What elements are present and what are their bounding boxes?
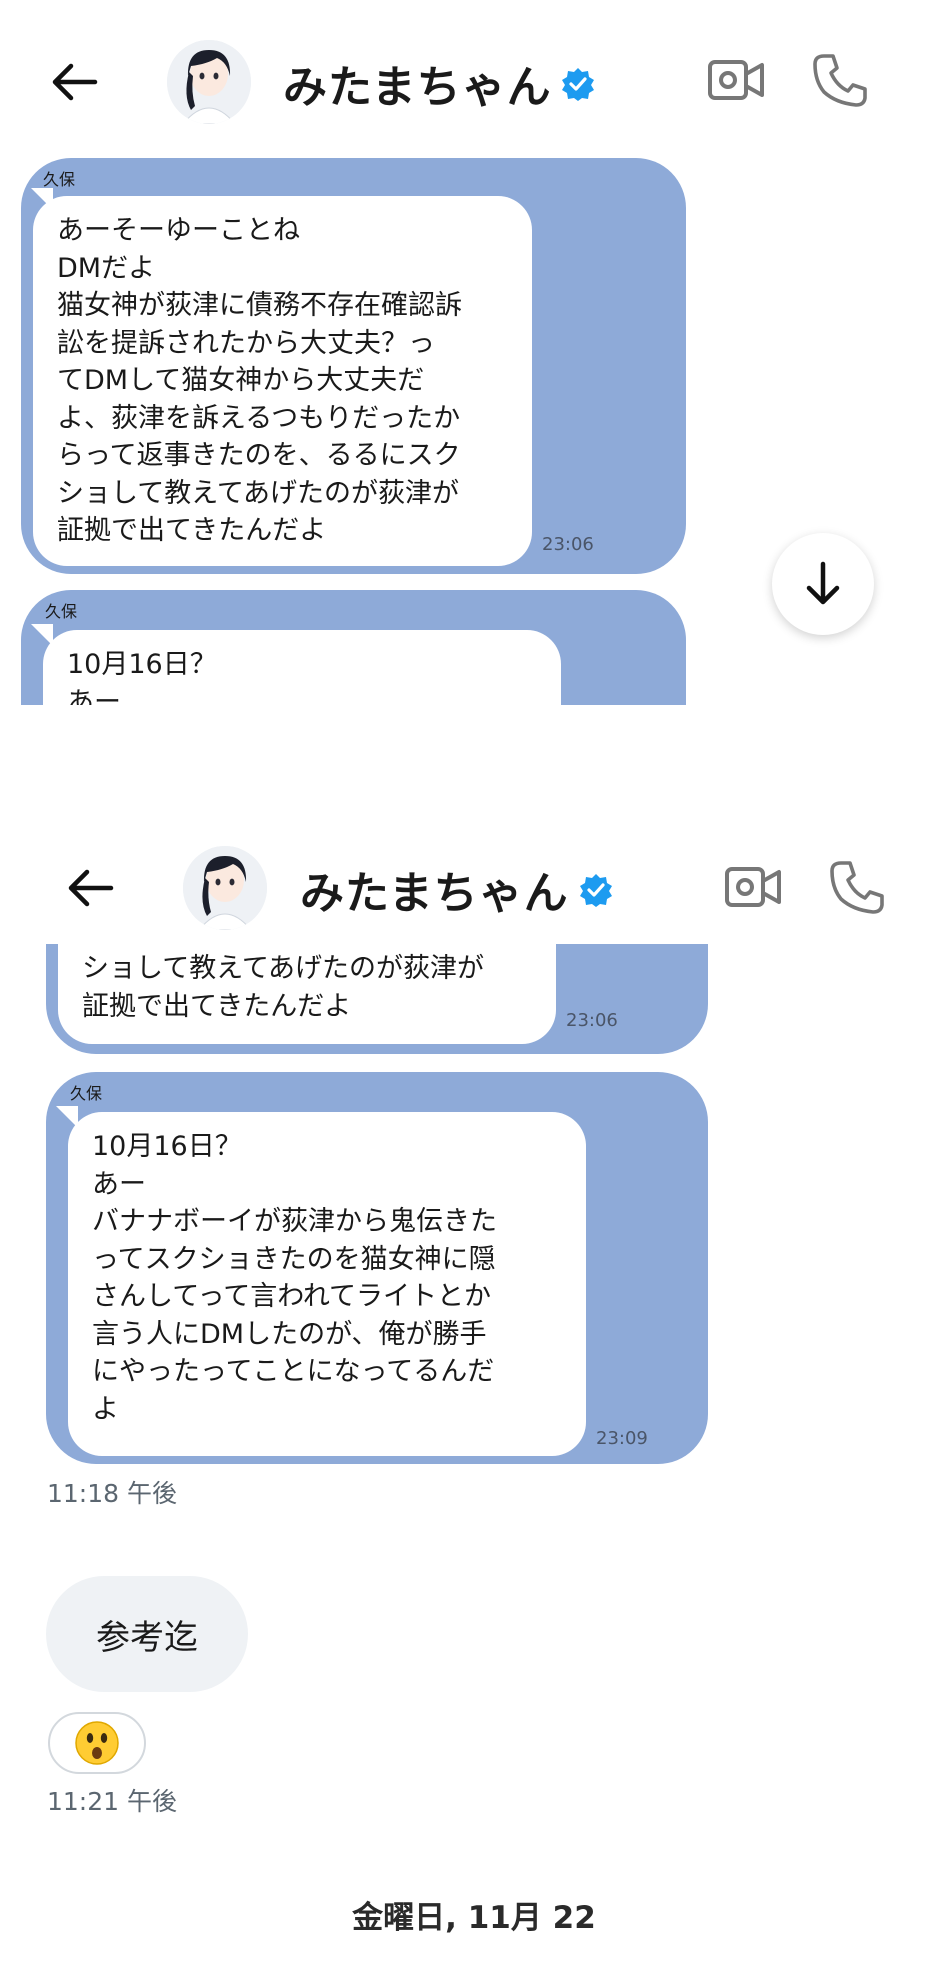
avatar[interactable] xyxy=(183,846,267,930)
video-call-icon[interactable] xyxy=(724,862,782,912)
avatar-image xyxy=(167,40,251,124)
quoted-message-text: あーそーゆーことね DMだよ 猫女神が荻津に債務不存在確認訴 訟を提訴されたから… xyxy=(33,196,532,566)
arrow-down-icon xyxy=(806,561,840,605)
quoted-sender-name: 久保 xyxy=(45,602,78,621)
video-call-icon[interactable] xyxy=(707,55,765,105)
scroll-to-bottom-button[interactable] xyxy=(772,533,874,635)
quoted-message[interactable]: 久保 10月16日？ あー バナナボーイが荻津から鬼伝きた ってスクショきたのを… xyxy=(46,1072,708,1464)
astonished-face-emoji-icon xyxy=(75,1721,119,1765)
contact-name[interactable]: みたまちゃん xyxy=(283,51,552,115)
avatar[interactable] xyxy=(167,40,251,124)
quoted-sender-name: 久保 xyxy=(70,1084,103,1103)
screenshot-panel-bottom: みたまちゃん ショして教えてあげたのが荻津が 証拠で出てきたんだよ 23:06 … xyxy=(0,834,948,1965)
quoted-message-time: 23:09 xyxy=(596,1428,648,1449)
day-separator: 金曜日, 11月 22 xyxy=(352,1900,596,1936)
message-timestamp: 11:18 午後 xyxy=(47,1479,177,1508)
message-text: 参考迄 xyxy=(96,1617,198,1658)
quoted-message[interactable]: 久保 10月16日？ あー xyxy=(21,590,686,705)
back-button[interactable] xyxy=(62,860,118,916)
quoted-message-text: ショして教えてあげたのが荻津が 証拠で出てきたんだよ xyxy=(58,944,556,1044)
conversation-header: みたまちゃん xyxy=(0,30,948,150)
phone-call-icon[interactable] xyxy=(812,52,868,108)
message-bubble[interactable]: 参考迄 xyxy=(46,1576,248,1692)
screenshot-panel-top: みたまちゃん 久保 あーそーゆーことね DMだよ 猫女神が荻津に債務不存在確認訴… xyxy=(0,0,948,705)
verified-badge-icon xyxy=(580,874,612,907)
quoted-message-text: 10月16日？ あー xyxy=(43,630,561,705)
message-timestamp: 11:21 午後 xyxy=(47,1787,177,1816)
quoted-message[interactable]: ショして教えてあげたのが荻津が 証拠で出てきたんだよ 23:06 xyxy=(46,944,708,1054)
phone-call-icon[interactable] xyxy=(829,859,885,915)
quoted-message-time: 23:06 xyxy=(566,1010,618,1031)
back-button[interactable] xyxy=(46,54,102,110)
quoted-message[interactable]: 久保 あーそーゆーことね DMだよ 猫女神が荻津に債務不存在確認訴 訟を提訴され… xyxy=(21,158,686,574)
arrow-left-icon xyxy=(68,869,114,907)
arrow-left-icon xyxy=(52,63,98,101)
avatar-image xyxy=(183,846,267,930)
quoted-message-time: 23:06 xyxy=(542,534,594,555)
conversation-header: みたまちゃん xyxy=(0,834,948,954)
reaction-badge[interactable] xyxy=(48,1712,146,1774)
contact-name[interactable]: みたまちゃん xyxy=(300,857,569,921)
quoted-sender-name: 久保 xyxy=(43,170,76,189)
quoted-message-text: 10月16日？ あー バナナボーイが荻津から鬼伝きた ってスクショきたのを猫女神… xyxy=(68,1112,586,1456)
verified-badge-icon xyxy=(562,68,594,101)
